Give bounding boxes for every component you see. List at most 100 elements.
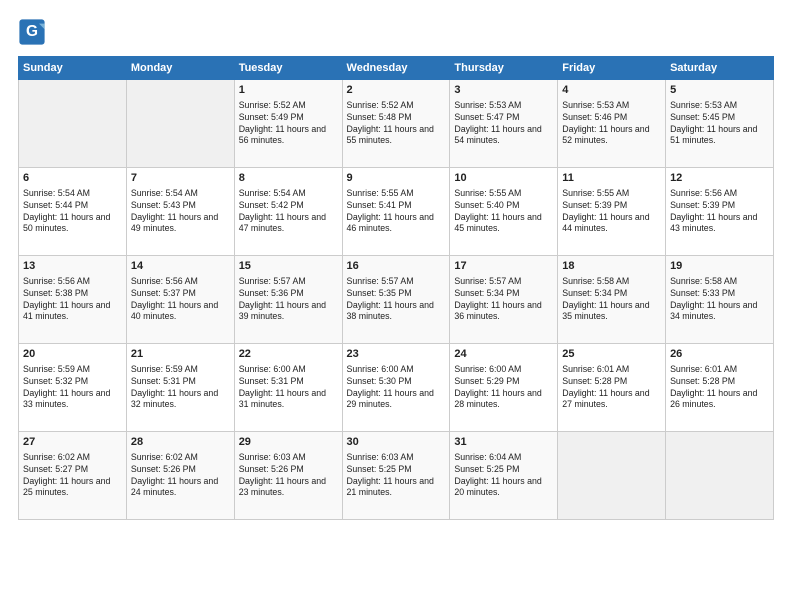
day-number: 5	[670, 83, 769, 98]
day-number: 20	[23, 347, 122, 362]
day-number: 30	[347, 435, 446, 450]
cell-info: Sunrise: 5:58 AMSunset: 5:34 PMDaylight:…	[562, 276, 661, 324]
cell-info: Sunrise: 5:53 AMSunset: 5:47 PMDaylight:…	[454, 100, 553, 148]
day-number: 27	[23, 435, 122, 450]
calendar-cell: 28Sunrise: 6:02 AMSunset: 5:26 PMDayligh…	[126, 432, 234, 520]
day-number: 18	[562, 259, 661, 274]
day-number: 19	[670, 259, 769, 274]
calendar-cell: 16 Sunrise: 5:57 AMSunset: 5:35 PMDayligh…	[342, 256, 450, 344]
cell-info: Sunrise: 5:52 AMSunset: 5:49 PMDaylight:…	[239, 100, 338, 148]
day-number: 24	[454, 347, 553, 362]
cell-info: Sunrise: 5:57 AMSunset: 5:36 PMDaylight:…	[239, 276, 338, 324]
calendar-cell: 4 Sunrise: 5:53 AMSunset: 5:46 PMDaylight…	[558, 80, 666, 168]
day-number: 12	[670, 171, 769, 186]
day-number: 26	[670, 347, 769, 362]
calendar-cell	[666, 432, 774, 520]
day-number: 28	[131, 435, 230, 450]
day-number: 11	[562, 171, 661, 186]
calendar-cell	[558, 432, 666, 520]
weekday-header-sunday: Sunday	[19, 57, 127, 80]
calendar-cell: 30 Sunrise: 6:03 AMSunset: 5:25 PMDayligh…	[342, 432, 450, 520]
calendar-cell: 20 Sunrise: 5:59 AMSunset: 5:32 PMDayligh…	[19, 344, 127, 432]
calendar-cell: 14 Sunrise: 5:56 AMSunset: 5:37 PMDayligh…	[126, 256, 234, 344]
day-number: 15	[239, 259, 338, 274]
calendar-cell: 11Sunrise: 5:55 AMSunset: 5:39 PMDayligh…	[558, 168, 666, 256]
week-row-3: 20 Sunrise: 5:59 AMSunset: 5:32 PMDayligh…	[19, 344, 774, 432]
calendar-cell: 5 Sunrise: 5:53 AMSunset: 5:45 PMDaylight…	[666, 80, 774, 168]
calendar-cell: 3Sunrise: 5:53 AMSunset: 5:47 PMDaylight…	[450, 80, 558, 168]
cell-info: Sunrise: 5:55 AMSunset: 5:40 PMDaylight:…	[454, 188, 553, 236]
day-number: 6	[23, 171, 122, 186]
calendar-cell: 19 Sunrise: 5:58 AMSunset: 5:33 PMDayligh…	[666, 256, 774, 344]
calendar-cell: 6 Sunrise: 5:54 AMSunset: 5:44 PMDaylight…	[19, 168, 127, 256]
header: G	[18, 18, 774, 46]
cell-info: Sunrise: 5:54 AMSunset: 5:44 PMDaylight:…	[23, 188, 122, 236]
cell-info: Sunrise: 5:52 AMSunset: 5:48 PMDaylight:…	[347, 100, 446, 148]
logo-icon: G	[18, 18, 46, 46]
calendar-cell: 17Sunrise: 5:57 AMSunset: 5:34 PMDayligh…	[450, 256, 558, 344]
cell-info: Sunrise: 5:58 AMSunset: 5:33 PMDaylight:…	[670, 276, 769, 324]
cell-info: Sunrise: 5:53 AMSunset: 5:45 PMDaylight:…	[670, 100, 769, 148]
cell-info: Sunrise: 5:56 AMSunset: 5:38 PMDaylight:…	[23, 276, 122, 324]
calendar-cell	[19, 80, 127, 168]
calendar-cell: 15 Sunrise: 5:57 AMSunset: 5:36 PMDayligh…	[234, 256, 342, 344]
day-number: 2	[347, 83, 446, 98]
day-number: 10	[454, 171, 553, 186]
calendar-cell: 26 Sunrise: 6:01 AMSunset: 5:28 PMDayligh…	[666, 344, 774, 432]
calendar-body: 1Sunrise: 5:52 AMSunset: 5:49 PMDaylight…	[19, 80, 774, 520]
weekday-header-wednesday: Wednesday	[342, 57, 450, 80]
cell-info: Sunrise: 5:59 AMSunset: 5:31 PMDaylight:…	[131, 364, 230, 412]
cell-info: Sunrise: 5:53 AMSunset: 5:46 PMDaylight:…	[562, 100, 661, 148]
weekday-header-monday: Monday	[126, 57, 234, 80]
day-number: 31	[454, 435, 553, 450]
calendar-cell: 2 Sunrise: 5:52 AMSunset: 5:48 PMDaylight…	[342, 80, 450, 168]
cell-info: Sunrise: 5:57 AMSunset: 5:34 PMDaylight:…	[454, 276, 553, 324]
day-number: 8	[239, 171, 338, 186]
day-number: 9	[347, 171, 446, 186]
day-number: 16	[347, 259, 446, 274]
week-row-4: 27 Sunrise: 6:02 AMSunset: 5:27 PMDayligh…	[19, 432, 774, 520]
svg-text:G: G	[26, 23, 38, 40]
calendar-cell: 27 Sunrise: 6:02 AMSunset: 5:27 PMDayligh…	[19, 432, 127, 520]
cell-info: Sunrise: 5:56 AMSunset: 5:37 PMDaylight:…	[131, 276, 230, 324]
calendar-page: G SundayMondayTuesdayWednesdayThursdayFr…	[0, 0, 792, 612]
cell-info: Sunrise: 6:03 AMSunset: 5:25 PMDaylight:…	[347, 452, 446, 500]
cell-info: Sunrise: 5:54 AMSunset: 5:42 PMDaylight:…	[239, 188, 338, 236]
calendar-cell: 29 Sunrise: 6:03 AMSunset: 5:26 PMDayligh…	[234, 432, 342, 520]
calendar-cell: 22Sunrise: 6:00 AMSunset: 5:31 PMDayligh…	[234, 344, 342, 432]
cell-info: Sunrise: 5:56 AMSunset: 5:39 PMDaylight:…	[670, 188, 769, 236]
cell-info: Sunrise: 6:00 AMSunset: 5:29 PMDaylight:…	[454, 364, 553, 412]
calendar-cell: 25Sunrise: 6:01 AMSunset: 5:28 PMDayligh…	[558, 344, 666, 432]
cell-info: Sunrise: 5:55 AMSunset: 5:41 PMDaylight:…	[347, 188, 446, 236]
calendar-cell: 13 Sunrise: 5:56 AMSunset: 5:38 PMDayligh…	[19, 256, 127, 344]
cell-info: Sunrise: 6:04 AMSunset: 5:25 PMDaylight:…	[454, 452, 553, 500]
calendar-cell: 10 Sunrise: 5:55 AMSunset: 5:40 PMDayligh…	[450, 168, 558, 256]
cell-info: Sunrise: 6:00 AMSunset: 5:31 PMDaylight:…	[239, 364, 338, 412]
day-number: 25	[562, 347, 661, 362]
calendar-cell: 24 Sunrise: 6:00 AMSunset: 5:29 PMDayligh…	[450, 344, 558, 432]
week-row-0: 1Sunrise: 5:52 AMSunset: 5:49 PMDaylight…	[19, 80, 774, 168]
cell-info: Sunrise: 6:01 AMSunset: 5:28 PMDaylight:…	[670, 364, 769, 412]
weekday-header-thursday: Thursday	[450, 57, 558, 80]
cell-info: Sunrise: 6:03 AMSunset: 5:26 PMDaylight:…	[239, 452, 338, 500]
day-number: 29	[239, 435, 338, 450]
day-number: 13	[23, 259, 122, 274]
cell-info: Sunrise: 5:57 AMSunset: 5:35 PMDaylight:…	[347, 276, 446, 324]
calendar-cell: 7 Sunrise: 5:54 AMSunset: 5:43 PMDaylight…	[126, 168, 234, 256]
weekday-header-saturday: Saturday	[666, 57, 774, 80]
day-number: 21	[131, 347, 230, 362]
calendar-cell: 9 Sunrise: 5:55 AMSunset: 5:41 PMDaylight…	[342, 168, 450, 256]
weekday-header-tuesday: Tuesday	[234, 57, 342, 80]
calendar-cell: 31 Sunrise: 6:04 AMSunset: 5:25 PMDayligh…	[450, 432, 558, 520]
calendar-table: SundayMondayTuesdayWednesdayThursdayFrid…	[18, 56, 774, 520]
day-number: 7	[131, 171, 230, 186]
cell-info: Sunrise: 6:02 AMSunset: 5:27 PMDaylight:…	[23, 452, 122, 500]
calendar-cell: 8 Sunrise: 5:54 AMSunset: 5:42 PMDaylight…	[234, 168, 342, 256]
day-number: 23	[347, 347, 446, 362]
cell-info: Sunrise: 5:54 AMSunset: 5:43 PMDaylight:…	[131, 188, 230, 236]
day-number: 4	[562, 83, 661, 98]
calendar-cell: 21 Sunrise: 5:59 AMSunset: 5:31 PMDayligh…	[126, 344, 234, 432]
day-number: 14	[131, 259, 230, 274]
calendar-cell: 23Sunrise: 6:00 AMSunset: 5:30 PMDayligh…	[342, 344, 450, 432]
cell-info: Sunrise: 5:59 AMSunset: 5:32 PMDaylight:…	[23, 364, 122, 412]
